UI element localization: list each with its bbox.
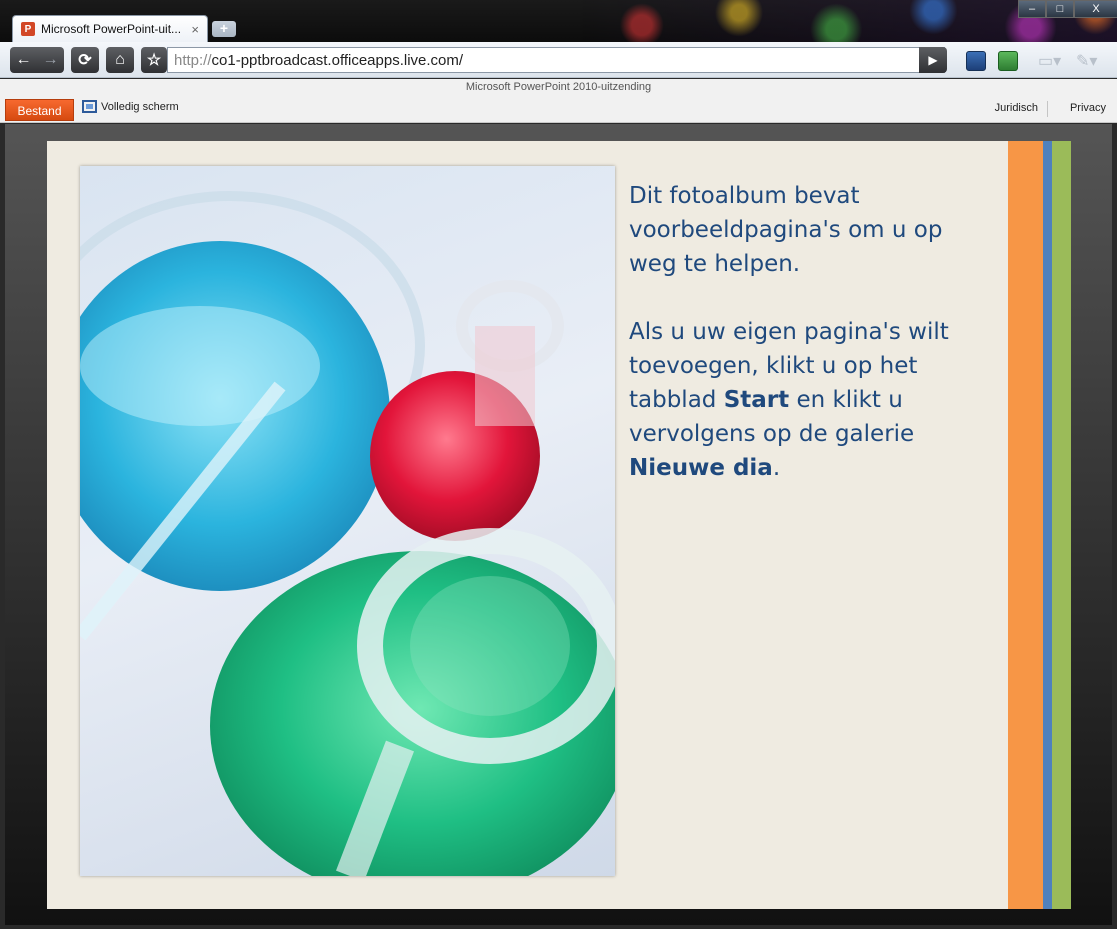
maximize-button[interactable]: □ (1046, 0, 1074, 18)
browser-tab[interactable]: P Microsoft PowerPoint-uit... × (12, 15, 208, 42)
title-bar: P Microsoft PowerPoint-uit... × + ‒ □ X (0, 0, 1117, 42)
blue-accent-stripe (1043, 141, 1052, 909)
fullscreen-button[interactable]: Volledig scherm (82, 100, 179, 113)
slide-paragraph-1: Dit fotoalbum bevat voorbeeldpagina's om… (629, 183, 943, 277)
close-window-button[interactable]: X (1074, 0, 1117, 18)
file-menu-button[interactable]: Bestand (5, 99, 74, 121)
extension-refresh-icon[interactable] (998, 51, 1018, 71)
home-icon[interactable]: ⌂ (106, 47, 134, 73)
slide-text: Dit fotoalbum bevat voorbeeldpagina's om… (629, 179, 989, 519)
browser-window: P Microsoft PowerPoint-uit... × + ‒ □ X … (0, 0, 1117, 929)
reload-icon[interactable]: ⟳ (71, 47, 99, 73)
privacy-link[interactable]: Privacy (1070, 102, 1106, 114)
star-icon[interactable]: ☆ (141, 47, 167, 73)
browser-toolbar: ← → ⟳ ⌂ ☆ http:// co1-pptbroadcast.offic… (0, 42, 1117, 78)
fullscreen-icon (82, 100, 97, 113)
powerpoint-favicon-icon: P (21, 22, 35, 36)
legal-link[interactable]: Juridisch (995, 102, 1038, 114)
nav-buttons: ← → (10, 47, 64, 73)
header-divider (1047, 101, 1048, 117)
url-host: co1-pptbroadcast.officeapps.live.com/ (211, 51, 464, 69)
app-header: Microsoft PowerPoint 2010-uitzending Bes… (0, 79, 1117, 123)
fullscreen-label: Volledig scherm (101, 100, 179, 113)
extension-window-icon[interactable] (966, 51, 986, 71)
wrench-icon[interactable]: ✎▾ (1076, 51, 1097, 71)
address-bar[interactable]: http:// co1-pptbroadcast.officeapps.live… (167, 47, 945, 73)
glassware-illustration (80, 191, 615, 876)
page-menu-icon[interactable]: ▭▾ (1038, 51, 1061, 71)
url-scheme: http:// (174, 51, 212, 69)
minimize-button[interactable]: ‒ (1018, 0, 1046, 18)
tab-title: Microsoft PowerPoint-uit... (41, 22, 182, 36)
app-title: Microsoft PowerPoint 2010-uitzending (465, 81, 652, 93)
broadcast-stage: Dit fotoalbum bevat voorbeeldpagina's om… (5, 124, 1112, 925)
slide-paragraph-2: Als u uw eigen pagina's wilt toevoegen, … (629, 319, 949, 481)
orange-accent-stripe (1008, 141, 1043, 909)
play-icon[interactable]: ▶ (919, 47, 947, 73)
new-slide-emphasis: Nieuwe dia (629, 455, 773, 481)
back-arrow-icon[interactable]: ← (10, 51, 37, 69)
tab-close-icon[interactable]: × (191, 22, 199, 37)
start-tab-emphasis: Start (723, 387, 790, 413)
lab-glassware-photo (80, 166, 615, 876)
new-tab-button[interactable]: + (212, 21, 236, 37)
green-accent-stripe (1052, 141, 1071, 909)
window-controls: ‒ □ X (1018, 0, 1117, 18)
slide: Dit fotoalbum bevat voorbeeldpagina's om… (47, 141, 1071, 909)
forward-arrow-icon[interactable]: → (37, 51, 64, 69)
